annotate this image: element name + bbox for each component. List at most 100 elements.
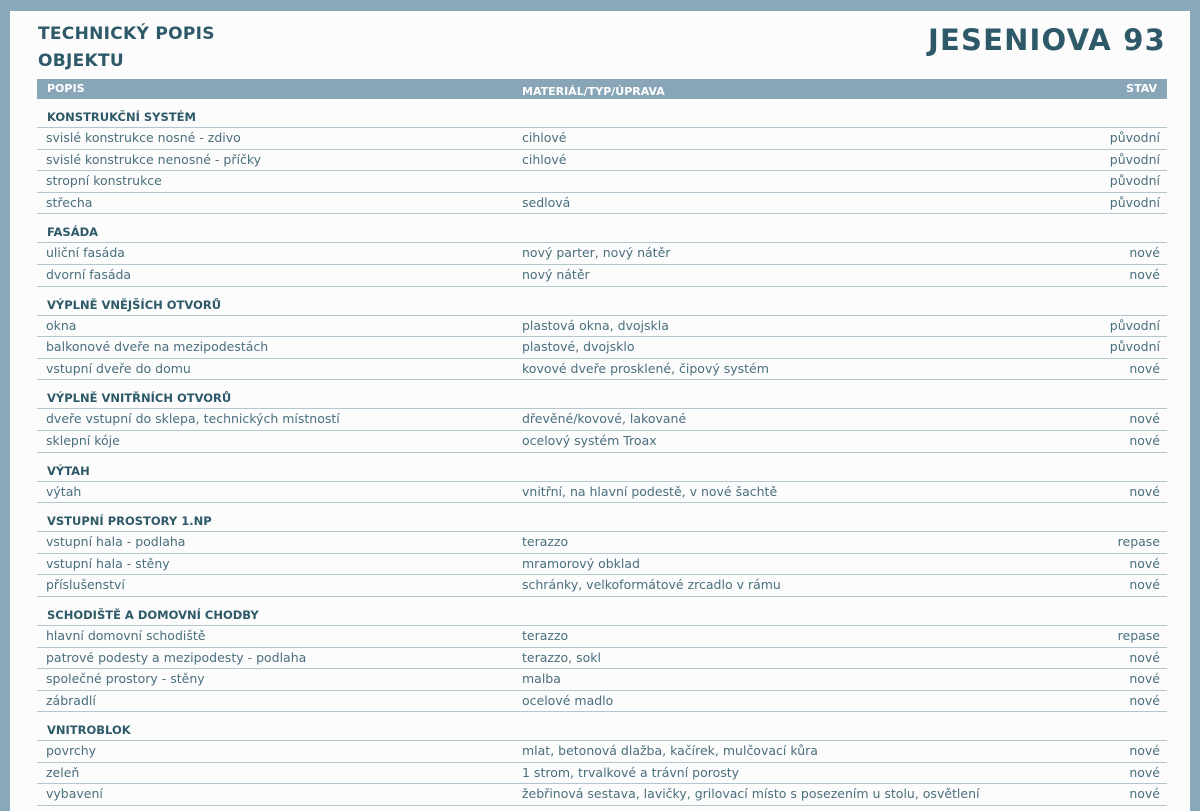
category-section: KONSTRUKČNÍ SYSTÉM svislé konstrukce nosn…	[37, 99, 1167, 215]
category-title: SCHODIŠTĚ A DOMOVNÍ CHODBY	[37, 597, 1167, 626]
cell-popis: vstupní hala - stěny	[46, 555, 170, 571]
category-section: VÝPLNĚ VNĚJŠÍCH OTVORŮ okna plastová okna,…	[37, 287, 1167, 381]
cell-popis: dvorní fasáda	[46, 266, 132, 282]
cell-material: kovové dveře prosklené, čipový systém	[522, 360, 769, 376]
table-row: sklepní kóje ocelový systém Troax nové	[37, 431, 1167, 453]
column-header-stav: STAV	[1126, 82, 1157, 95]
cell-stav: nové	[1129, 266, 1160, 282]
cell-material: plastová okna, dvojskla	[522, 317, 669, 333]
document-page: TECHNICKÝ POPIS OBJEKTU JESENIOVA 93 POP…	[10, 11, 1190, 811]
cell-popis: zábradlí	[46, 692, 96, 708]
cell-material: terazzo	[522, 534, 569, 550]
cell-stav: nové	[1129, 692, 1160, 708]
table-row: výtah vnitřní, na hlavní podestě, v nové …	[37, 482, 1167, 504]
document-title: TECHNICKÝ POPIS OBJEKTU	[38, 21, 215, 75]
cell-stav: nové	[1129, 432, 1160, 448]
cell-popis: svislé konstrukce nenosné - příčky	[46, 151, 262, 167]
table-row: dvorní fasáda nový nátěr nové	[37, 265, 1167, 287]
spec-table: POPIS MATERIÁL/TYP/ÚPRAVA STAV KONSTRUKČ…	[37, 79, 1167, 807]
cell-stav: nové	[1129, 360, 1160, 376]
cell-popis: balkonové dveře na mezipodestách	[46, 339, 269, 355]
table-row: vybavení žebřinová sestava, lavičky, gril…	[37, 784, 1167, 807]
table-body: KONSTRUKČNÍ SYSTÉM svislé konstrukce nosn…	[37, 99, 1167, 807]
category-title: VÝTAH	[37, 453, 1167, 482]
cell-material: plastové, dvojsklo	[522, 339, 635, 355]
cell-material: malba	[522, 671, 561, 687]
table-row: povrchy mlat, betonová dlažba, kačírek, m…	[37, 741, 1167, 763]
category-section: VNITROBLOK povrchy mlat, betonová dlažba, …	[37, 712, 1167, 807]
cell-material: terazzo	[522, 627, 569, 643]
cell-stav: repase	[1117, 534, 1160, 550]
cell-stav: původní	[1109, 194, 1160, 210]
cell-popis: vstupní hala - podlaha	[46, 534, 186, 550]
cell-stav: nové	[1129, 786, 1160, 802]
cell-popis: hlavní domovní schodiště	[46, 627, 206, 643]
cell-material: sedlová	[522, 194, 571, 210]
title-line-1: TECHNICKÝ POPIS	[38, 24, 215, 44]
category-section: VSTUPNÍ PROSTORY 1.NP vstupní hala - podl…	[37, 503, 1167, 597]
cell-stav: nové	[1129, 671, 1160, 687]
table-row: patrové podesty a mezipodesty - podlaha t…	[37, 648, 1167, 670]
table-row: okna plastová okna, dvojskla původní	[37, 316, 1167, 338]
cell-stav: nové	[1129, 743, 1160, 759]
cell-stav: nové	[1129, 649, 1160, 665]
cell-stav: původní	[1109, 130, 1160, 145]
table-row: svislé konstrukce nenosné - příčky cihlov…	[37, 150, 1167, 172]
cell-popis: společné prostory - stěny	[46, 671, 205, 687]
cell-popis: uliční fasáda	[46, 245, 125, 261]
table-row: příslušenství schránky, velkoformátové zr…	[37, 575, 1167, 597]
table-row: zeleň 1 strom, trvalkové a trávní porosty…	[37, 763, 1167, 785]
cell-popis: dveře vstupní do sklepa, technických mís…	[46, 411, 340, 427]
cell-stav: původní	[1109, 317, 1160, 333]
category-section: FASÁDA uliční fasáda nový parter, nový nát…	[37, 214, 1167, 287]
cell-popis: vstupní dveře do domu	[46, 360, 191, 376]
cell-material: mramorový obklad	[522, 555, 640, 571]
table-row: dveře vstupní do sklepa, technických mís…	[37, 409, 1167, 431]
cell-stav: nové	[1129, 764, 1160, 780]
column-header-popis: POPIS	[47, 82, 85, 95]
cell-stav: původní	[1109, 173, 1160, 189]
cell-popis: výtah	[46, 483, 82, 499]
cell-stav: nové	[1129, 411, 1160, 427]
cell-material: nový parter, nový nátěr	[522, 245, 671, 261]
category-title: FASÁDA	[37, 214, 1167, 244]
cell-stav: nové	[1129, 245, 1160, 261]
cell-material: dřevěné/kovové, lakované	[522, 411, 687, 427]
cell-material: žebřinová sestava, lavičky, grilovací mí…	[522, 786, 980, 802]
cell-stav: nové	[1129, 555, 1160, 571]
table-header: POPIS MATERIÁL/TYP/ÚPRAVA STAV	[37, 79, 1167, 99]
cell-popis: vybavení	[46, 786, 103, 802]
cell-popis: okna	[46, 317, 77, 333]
cell-stav: repase	[1117, 627, 1160, 643]
cell-material: ocelový systém Troax	[522, 432, 657, 448]
cell-popis: povrchy	[46, 743, 97, 759]
cell-material: 1 strom, trvalkové a trávní porosty	[522, 764, 740, 780]
cell-popis: stropní konstrukce	[46, 173, 162, 189]
cell-popis: sklepní kóje	[46, 432, 120, 448]
cell-popis: střecha	[46, 194, 93, 210]
category-title: VNITROBLOK	[37, 712, 1167, 742]
cell-stav: nové	[1129, 483, 1160, 499]
cell-popis: svislé konstrukce nosné - zdivo	[46, 130, 241, 145]
category-section: SCHODIŠTĚ A DOMOVNÍ CHODBY hlavní domovní…	[37, 597, 1167, 713]
table-row: společné prostory - stěny malba nové	[37, 669, 1167, 691]
cell-material: cihlové	[522, 130, 567, 145]
cell-material: terazzo, sokl	[522, 649, 601, 665]
category-section: VÝPLNĚ VNITŘNÍCH OTVORŮ dveře vstupní do …	[37, 380, 1167, 453]
cell-popis: patrové podesty a mezipodesty - podlaha	[46, 649, 307, 665]
cell-material: cihlové	[522, 151, 567, 167]
cell-material: vnitřní, na hlavní podestě, v nové šacht…	[522, 483, 778, 499]
table-row: stropní konstrukce původní	[37, 171, 1167, 193]
column-header-material: MATERIÁL/TYP/ÚPRAVA	[522, 85, 665, 98]
title-line-2: OBJEKTU	[38, 51, 125, 71]
category-section: VÝTAH výtah vnitřní, na hlavní podestě, v …	[37, 453, 1167, 504]
cell-popis: příslušenství	[46, 577, 125, 593]
cell-popis: zeleň	[46, 764, 80, 780]
cell-material: ocelové madlo	[522, 692, 614, 708]
category-title: KONSTRUKČNÍ SYSTÉM	[37, 99, 1167, 128]
table-row: vstupní dveře do domu kovové dveře proskl…	[37, 359, 1167, 381]
category-title: VÝPLNĚ VNITŘNÍCH OTVORŮ	[37, 380, 1167, 410]
table-row: vstupní hala - stěny mramorový obklad nové	[37, 554, 1167, 576]
category-title: VSTUPNÍ PROSTORY 1.NP	[37, 503, 1167, 533]
building-address: JESENIOVA 93	[927, 23, 1166, 57]
